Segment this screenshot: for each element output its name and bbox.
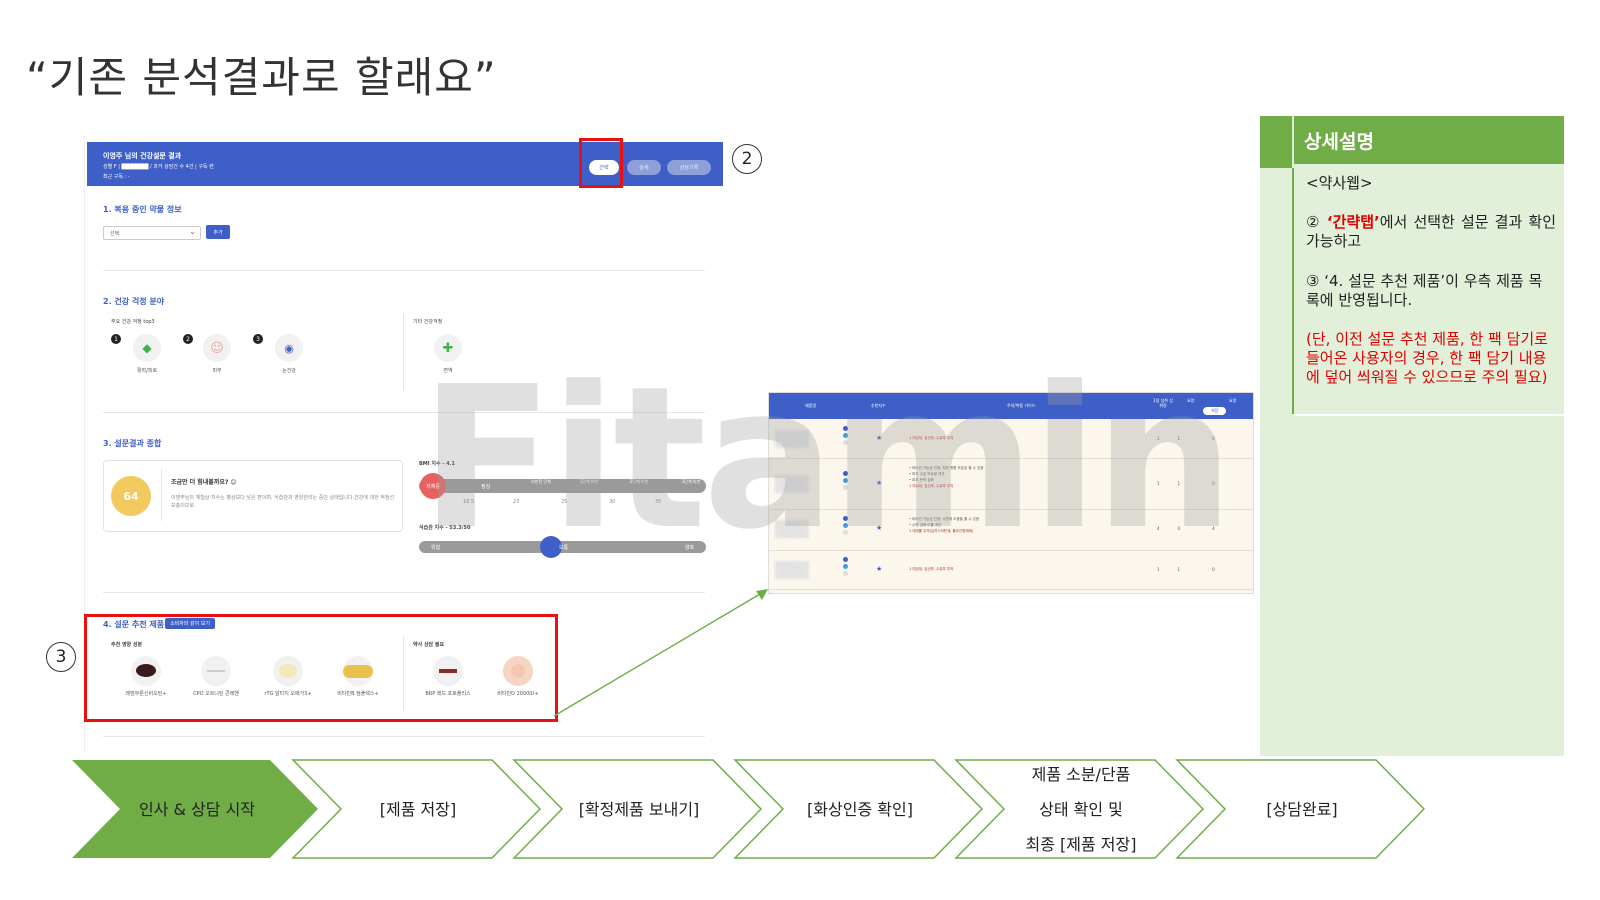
flow-step-greeting[interactable]: 인사 & 상담 시작 xyxy=(112,790,282,828)
caution-note: (단, 이전 설문 추천 제품, 한 팩 담기로 들어온 사용자의 경우, 한 … xyxy=(1306,330,1548,386)
flow-step-complete[interactable]: [상담완료] xyxy=(1217,790,1387,828)
panel-stripe-body xyxy=(1260,168,1294,414)
step2-note: ② ‘간략탭’에서 선택한 설문 결과 확인 가능하고 xyxy=(1306,213,1556,251)
brief-tab-highlight-text: ‘간략탭’ xyxy=(1326,213,1380,231)
web-label: <약사웹> xyxy=(1306,174,1373,192)
flow-step-send-confirmed[interactable]: [확정제품 보내기] xyxy=(554,790,724,828)
flow-step-video-auth[interactable]: [화상인증 확인] xyxy=(775,790,945,828)
detail-panel: 상세설명 xyxy=(1260,116,1566,756)
panel-title: 상세설명 xyxy=(1294,116,1564,164)
step2-prefix: ② xyxy=(1306,213,1327,231)
flow-step-save-products[interactable]: [제품 저장] xyxy=(333,790,503,828)
step3-note: ③ ‘4. 설문 추천 제품’이 우측 제품 목록에 반영됩니다. xyxy=(1306,272,1543,309)
flow-step-final-save[interactable]: 제품 소분/단품 상태 확인 및 최종 [제품 저장] xyxy=(996,755,1166,863)
